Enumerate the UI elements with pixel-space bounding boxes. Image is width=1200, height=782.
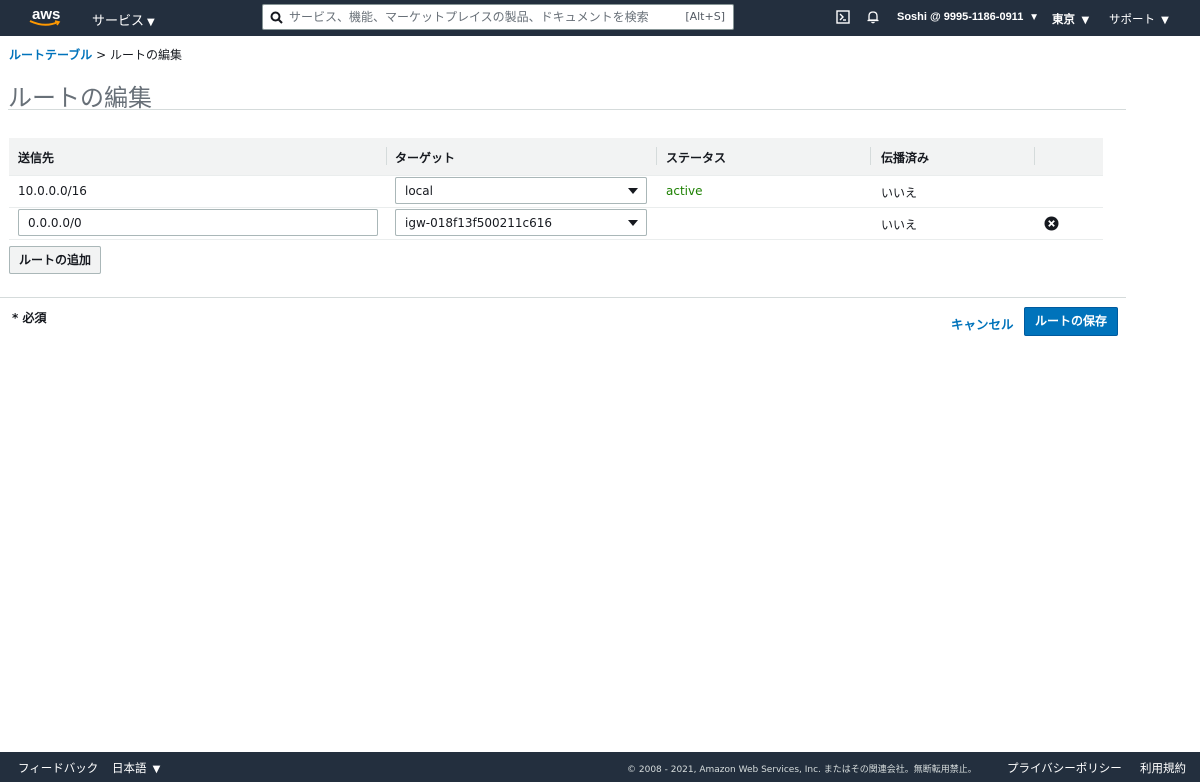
- aws-smile-icon: [29, 20, 61, 26]
- add-route-button[interactable]: ルートの追加: [9, 246, 102, 274]
- caret-down-icon: ▼: [147, 17, 155, 28]
- search-shortcut: [Alt+S]: [685, 10, 725, 23]
- caret-down-icon: ▼: [1078, 15, 1090, 26]
- save-routes-button[interactable]: ルートの保存: [1024, 307, 1119, 336]
- table-header: 送信先 ターゲット ステータス 伝播済み: [9, 138, 1103, 176]
- terms-link[interactable]: 利用規約: [1140, 760, 1186, 776]
- caret-down-icon: ▼: [149, 764, 161, 775]
- remove-route-icon[interactable]: [1044, 216, 1059, 231]
- account-menu[interactable]: Soshi @ 9995-1186-0911 ▼: [897, 11, 1039, 23]
- table-row: igw-018f13f500211c616 いいえ: [9, 208, 1103, 240]
- page-title: ルートの編集: [8, 84, 152, 112]
- breadcrumb-separator: >: [96, 48, 107, 62]
- column-separator: [1034, 147, 1035, 165]
- cancel-button[interactable]: キャンセル: [951, 314, 1014, 333]
- services-label: サービス: [92, 14, 145, 29]
- language-menu[interactable]: 日本語 ▼: [112, 760, 160, 776]
- caret-down-icon: ▼: [1026, 12, 1039, 23]
- region-label: 東京: [1052, 12, 1075, 26]
- caret-down-icon: [628, 220, 638, 226]
- destination-input[interactable]: [18, 209, 378, 236]
- column-separator: [870, 147, 871, 165]
- search-input[interactable]: [289, 7, 649, 27]
- caret-down-icon: ▼: [1158, 15, 1169, 26]
- support-menu[interactable]: サポート ▼: [1109, 11, 1169, 27]
- privacy-policy-link[interactable]: プライバシーポリシー: [1007, 760, 1122, 776]
- target-select[interactable]: igw-018f13f500211c616: [395, 209, 647, 236]
- target-select-value: igw-018f13f500211c616: [405, 216, 553, 230]
- feedback-link[interactable]: フィードバック: [18, 760, 98, 776]
- form-footer-divider: [0, 297, 1126, 298]
- title-divider: [8, 109, 1126, 110]
- bell-icon[interactable]: [866, 10, 880, 24]
- top-navigation-bar: aws サービス▼ [Alt+S] Soshi @ 9995-1186-0911…: [0, 0, 1200, 36]
- aws-logo[interactable]: aws: [28, 4, 68, 30]
- column-separator: [656, 147, 657, 165]
- search-box[interactable]: [Alt+S]: [262, 4, 734, 30]
- target-select[interactable]: local: [395, 177, 647, 204]
- table-row: 10.0.0.0/16 local active いいえ: [9, 176, 1103, 208]
- route-propagated: いいえ: [881, 218, 918, 232]
- support-label: サポート: [1109, 12, 1155, 26]
- route-propagated: いいえ: [881, 186, 918, 200]
- column-header-propagated: 伝播済み: [881, 151, 930, 165]
- region-menu[interactable]: 東京 ▼: [1052, 11, 1089, 27]
- target-select-value: local: [405, 184, 433, 198]
- breadcrumb: ルートテーブル > ルートの編集: [9, 46, 182, 63]
- caret-down-icon: [628, 188, 638, 194]
- cloudshell-icon[interactable]: [836, 10, 850, 24]
- required-note: * 必須: [12, 311, 47, 325]
- route-status: active: [666, 184, 703, 198]
- column-header-destination: 送信先: [18, 151, 55, 165]
- services-menu[interactable]: サービス ▼: [92, 10, 155, 29]
- breadcrumb-route-tables-link[interactable]: ルートテーブル: [9, 48, 92, 62]
- column-header-target: ターゲット: [395, 151, 456, 165]
- route-destination: 10.0.0.0/16: [18, 184, 87, 198]
- column-header-status: ステータス: [666, 151, 727, 165]
- search-icon: [270, 11, 283, 24]
- bottom-footer-bar: フィードバック 日本語 ▼ © 2008 - 2021, Amazon Web …: [0, 752, 1200, 782]
- breadcrumb-current: ルートの編集: [110, 48, 183, 62]
- column-separator: [386, 147, 387, 165]
- language-label: 日本語: [112, 761, 147, 775]
- account-label: Soshi @ 9995-1186-0911: [897, 11, 1024, 23]
- copyright-text: © 2008 - 2021, Amazon Web Services, Inc.…: [627, 765, 977, 775]
